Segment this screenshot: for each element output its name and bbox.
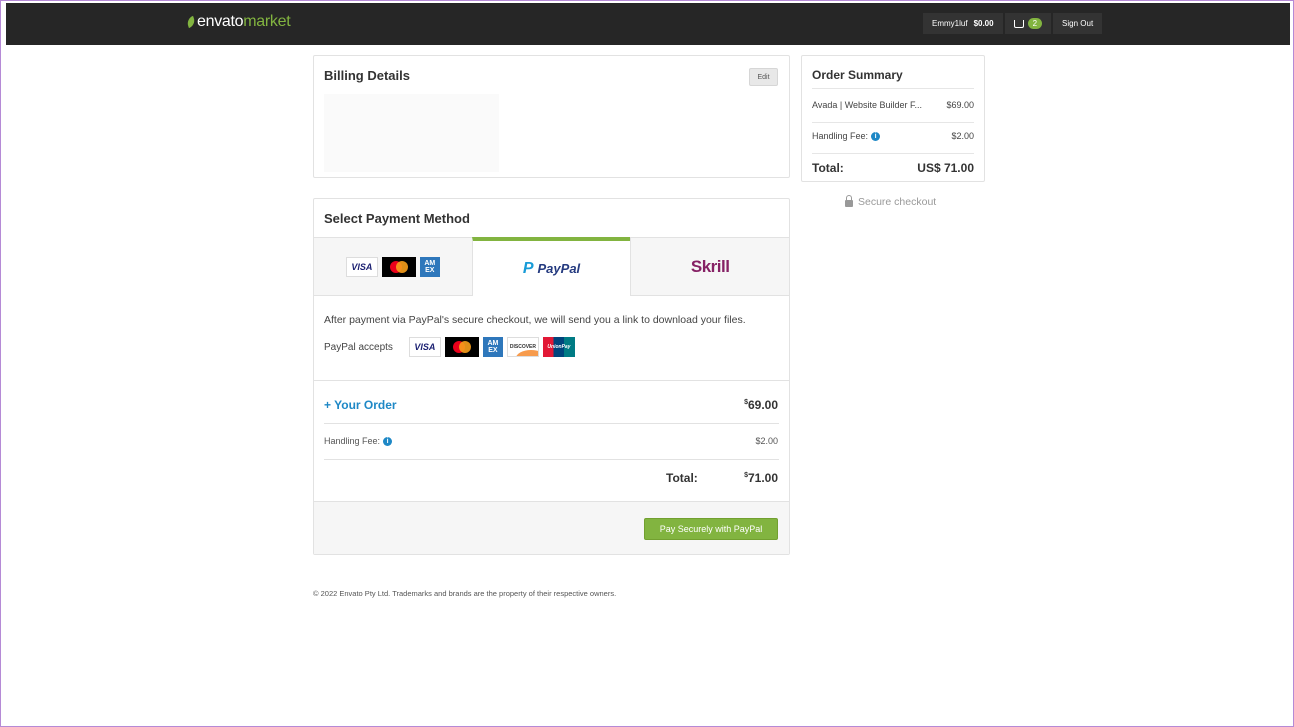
paypal-info-text: After payment via PayPal's secure checko… — [324, 314, 746, 326]
visa-icon: VISA — [408, 337, 441, 357]
payment-footer: Pay Securely with PayPal — [314, 501, 789, 554]
billing-details-panel: Billing Details Edit — [313, 55, 790, 178]
order-summary-panel: Order Summary Avada | Website Builder F.… — [801, 55, 985, 182]
divider — [812, 153, 974, 154]
your-order-toggle[interactable]: + Your Order — [324, 398, 397, 412]
cart-icon — [1013, 19, 1024, 28]
cart-button[interactable]: 2 — [1004, 13, 1052, 34]
paypal-accepted-cards: PayPal accepts VISA AM EX DISCOVER UnionP… — [324, 337, 577, 357]
tab-paypal[interactable]: P PayPal — [471, 237, 631, 296]
divider — [812, 122, 974, 123]
summary-fee-label: Handling Fee: — [812, 131, 869, 141]
your-order-price: $69.00 — [744, 398, 778, 412]
payment-method-panel: Select Payment Method VISA AM EX P PayPal… — [313, 198, 790, 555]
cart-count-badge: 2 — [1027, 18, 1043, 29]
logo-market-text: market — [243, 13, 291, 30]
tab-credit-card[interactable]: VISA AM EX — [314, 237, 472, 296]
summary-item-row: Avada | Website Builder F... $69.00 — [812, 100, 974, 110]
lock-icon — [845, 195, 853, 207]
amex-icon: AM EX — [482, 337, 503, 357]
paypal-accepts-label: PayPal accepts — [324, 341, 393, 353]
total-value: $71.00 — [744, 471, 778, 485]
account-balance: $0.00 — [973, 19, 994, 28]
summary-fee-value: $2.00 — [951, 131, 974, 141]
payment-tabs: VISA AM EX P PayPal Skrill — [314, 237, 790, 296]
divider — [324, 423, 779, 424]
summary-total-value: US$ 71.00 — [917, 161, 974, 175]
handling-fee-label: Handling Fee: — [324, 436, 381, 446]
sign-out-button[interactable]: Sign Out — [1053, 13, 1103, 34]
your-order-amount: 69.00 — [747, 398, 778, 412]
total-amount: 71.00 — [747, 471, 778, 485]
mastercard-icon — [444, 337, 479, 357]
pay-with-paypal-button[interactable]: Pay Securely with PayPal — [644, 518, 778, 540]
discover-icon: DISCOVER — [506, 337, 539, 357]
skrill-logo: Skrill — [690, 256, 730, 276]
billing-address-block — [324, 94, 499, 172]
divider — [324, 459, 779, 460]
amex-icon: AM EX — [419, 256, 440, 277]
summary-item-name: Avada | Website Builder F... — [812, 100, 923, 110]
unionpay-icon: UnionPay — [542, 337, 575, 357]
summary-item-price: $69.00 — [946, 100, 974, 110]
envato-market-logo[interactable]: envato market — [185, 13, 291, 31]
username: Emmy1luf — [932, 19, 968, 28]
tab-skrill[interactable]: Skrill — [630, 237, 790, 296]
paypal-p-icon: P — [522, 259, 534, 277]
summary-total-label: Total: — [812, 161, 844, 175]
edit-billing-button[interactable]: Edit — [749, 68, 778, 86]
account-nav: Emmy1luf $0.00 2 Sign Out — [923, 13, 1104, 34]
mastercard-icon — [381, 256, 416, 277]
paypal-label: PayPal — [537, 261, 581, 276]
top-bar: envato market Emmy1luf $0.00 2 Sign Out — [6, 3, 1290, 45]
visa-icon: VISA — [345, 256, 378, 277]
secure-checkout-label: Secure checkout — [858, 196, 937, 208]
logo-brand-text: envato — [197, 13, 244, 30]
leaf-icon — [185, 15, 197, 29]
handling-fee-value: $2.00 — [755, 436, 778, 446]
paypal-logo: P PayPal — [523, 260, 580, 278]
order-summary-title: Order Summary — [812, 68, 903, 82]
account-menu[interactable]: Emmy1luf $0.00 — [923, 13, 1003, 34]
total-label: Total: — [666, 471, 698, 485]
summary-fee-row: Handling Fee: i $2.00 — [812, 131, 974, 141]
info-icon[interactable]: i — [871, 131, 881, 141]
handling-fee-row-label: Handling Fee: i — [324, 436, 393, 446]
footer-copyright: © 2022 Envato Pty Ltd. Trademarks and br… — [313, 589, 617, 598]
order-details: + Your Order $69.00 Handling Fee: i $2.0… — [314, 380, 789, 485]
secure-checkout-note: Secure checkout — [845, 195, 937, 208]
summary-total-row: Total: US$ 71.00 — [812, 161, 974, 175]
summary-fee-label-group: Handling Fee: i — [812, 131, 881, 141]
payment-method-title: Select Payment Method — [324, 211, 470, 226]
divider — [812, 88, 974, 89]
billing-details-title: Billing Details — [324, 68, 410, 83]
info-icon[interactable]: i — [383, 436, 393, 446]
